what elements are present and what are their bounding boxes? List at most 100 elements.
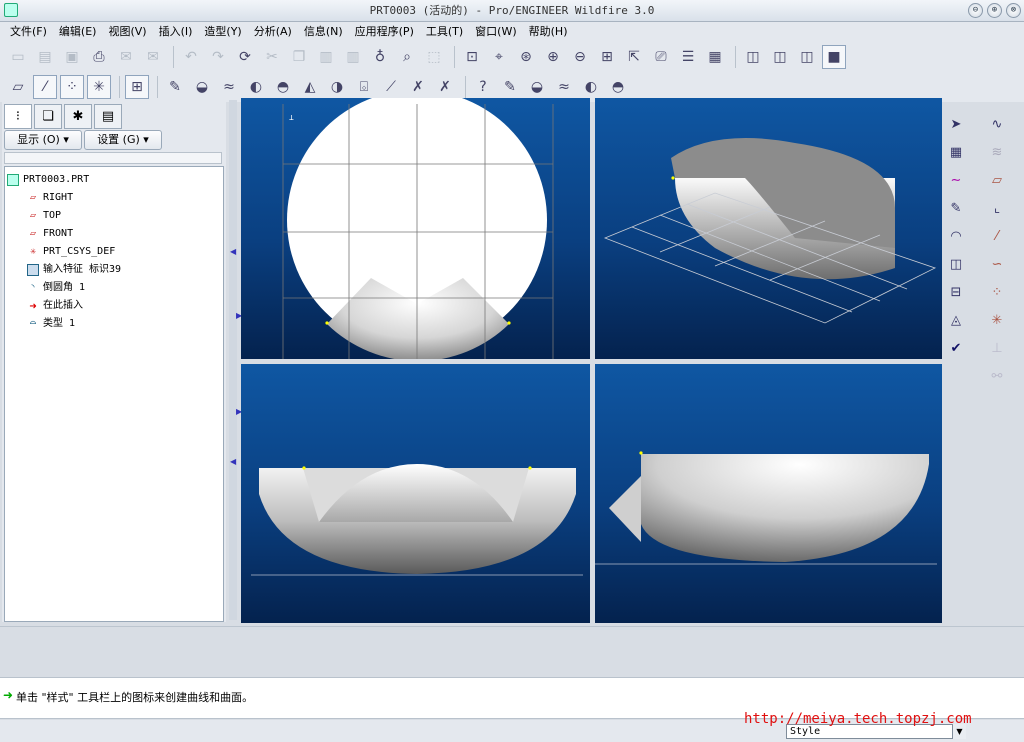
email-link-icon[interactable]: ✉ [141,45,165,69]
curvature-display-icon[interactable]: ✎ [498,75,522,99]
tree-node-round[interactable]: ◝ 倒圆角 1 [5,279,223,297]
show-button[interactable]: 显示 (O) ▾ [4,130,82,150]
menu-applications[interactable]: 应用程序(P) [349,22,420,42]
zoom-out-icon[interactable]: ⊖ [568,45,592,69]
curve-plot-icon[interactable]: ≈ [552,75,576,99]
menu-info[interactable]: 信息(N) [298,22,349,42]
restore-button[interactable]: ⊕ [987,3,1002,18]
cut-icon[interactable]: ✂ [260,45,284,69]
menu-window[interactable]: 窗口(W) [469,22,522,42]
save-icon[interactable]: ▣ [60,45,84,69]
analysis-tool-icon[interactable]: ⊥ [986,338,1008,360]
menu-tools[interactable]: 工具(T) [420,22,469,42]
copy-icon[interactable]: ❐ [287,45,311,69]
done-check-icon[interactable]: ✔ [945,338,967,360]
tree-node-part[interactable]: PRT0003.PRT [5,171,223,189]
menu-view[interactable]: 视图(V) [102,22,152,42]
email-icon[interactable]: ✉ [114,45,138,69]
tree-node-csys[interactable]: ✳ PRT_CSYS_DEF [5,243,223,261]
panel-sash[interactable] [229,100,237,620]
axis-tool-icon[interactable]: ⌞ [986,198,1008,220]
new-file-icon[interactable]: ▭ [6,45,30,69]
context-help-icon[interactable]: ? [471,75,495,99]
drop-curve-icon[interactable]: ◠ [945,226,967,248]
saved-views-icon[interactable]: ⎚ [649,45,673,69]
hidden-line-icon[interactable]: ◫ [768,45,792,69]
annotation-display-icon[interactable]: ⊞ [125,75,149,99]
search-tool-icon[interactable]: ⌕ [395,45,419,69]
paste-icon[interactable]: ▥ [314,45,338,69]
menu-file[interactable]: 文件(F) [4,22,53,42]
trim-surface-icon[interactable]: ◬ [945,310,967,332]
favorites-tab-icon[interactable]: ✱ [64,104,92,129]
undo-icon[interactable]: ↶ [179,45,203,69]
menu-style[interactable]: 造型(Y) [198,22,247,42]
no-hidden-icon[interactable]: ◫ [795,45,819,69]
menu-help[interactable]: 帮助(H) [523,22,574,42]
section-curvature-icon[interactable]: ◓ [271,75,295,99]
create-surface-icon[interactable]: ◫ [945,254,967,276]
delete-all-analysis-icon[interactable]: ✗ [433,75,457,99]
tree-node-front[interactable]: ▱ FRONT [5,225,223,243]
point-display-icon[interactable]: ⁘ [60,75,84,99]
viewport-isometric-view[interactable] [595,98,942,359]
surface-analysis-icon[interactable]: ◒ [190,75,214,99]
set-active-plane-icon[interactable]: ▦ [945,142,967,164]
redo-icon[interactable]: ↷ [206,45,230,69]
datum-point-tool-icon[interactable]: ⁘ [986,282,1008,304]
create-curve-icon[interactable]: ∼ [945,170,967,192]
viewport-side-view[interactable] [595,364,942,623]
curve-analysis-icon[interactable]: ✎ [163,75,187,99]
curve-on-surface-icon[interactable]: ∿ [986,114,1008,136]
tree-node-top[interactable]: ▱ TOP [5,207,223,225]
spin-center-icon[interactable]: ⌖ [487,45,511,69]
expand-arrow-icon[interactable]: ▶ [236,312,242,320]
wireframe-icon[interactable]: ◫ [741,45,765,69]
collapse-arrow-icon[interactable]: ◀ [230,248,236,256]
surface-edit-icon[interactable]: ≋ [986,142,1008,164]
open-file-icon[interactable]: ▤ [33,45,57,69]
minimize-button[interactable]: ⊖ [968,3,983,18]
close-button[interactable]: ⊗ [1006,3,1021,18]
settings-button[interactable]: 设置 (G) ▾ [84,130,162,150]
plane-display-icon[interactable]: ▱ [6,75,30,99]
tree-node-import[interactable]: 输入特征 标识39 [5,261,223,279]
collapse-arrow-icon[interactable]: ◀ [230,458,236,466]
csys-display-icon[interactable]: ✳ [87,75,111,99]
print-icon[interactable]: ⎙ [87,45,111,69]
connect-surface-icon[interactable]: ⊟ [945,282,967,304]
datum-plane-tool-icon[interactable]: ▱ [986,170,1008,192]
menu-edit[interactable]: 编辑(E) [53,22,103,42]
model-tree-tab-icon[interactable]: ⁝ [4,104,32,129]
repaint-icon[interactable]: ⊡ [460,45,484,69]
slope-icon[interactable]: ◭ [298,75,322,99]
orient-mode-icon[interactable]: ⊛ [514,45,538,69]
layers-icon[interactable]: ☰ [676,45,700,69]
tree-node-insert-here[interactable]: ➜ 在此插入 [5,297,223,315]
reorient-icon[interactable]: ⇱ [622,45,646,69]
reflection-icon[interactable]: ◑ [325,75,349,99]
viewport-front-view[interactable] [241,364,590,623]
tree-node-right[interactable]: ▱ RIGHT [5,189,223,207]
menu-analysis[interactable]: 分析(A) [248,22,298,42]
edit-curve-icon[interactable]: ✎ [945,198,967,220]
paste-special-icon[interactable]: ▥ [341,45,365,69]
chain-link-icon[interactable]: ⚯ [986,366,1008,388]
select-arrow-icon[interactable]: ➤ [945,114,967,136]
gaussian-curvature-icon[interactable]: ◐ [244,75,268,99]
datum-curve-icon[interactable]: ∽ [986,254,1008,276]
regenerate-icon[interactable]: ⟳ [233,45,257,69]
draft-check-icon[interactable]: ⌺ [352,75,376,99]
zoom-in-icon[interactable]: ⊕ [541,45,565,69]
selection-box-icon[interactable]: ⬚ [422,45,446,69]
gray-shade-icon[interactable]: ◓ [606,75,630,99]
axis-display-icon[interactable]: ⁄ [33,75,57,99]
layers-tab-icon[interactable]: ❏ [34,104,62,129]
tree-node-style[interactable]: ⌓ 类型 1 [5,315,223,333]
model-player-icon[interactable]: ♁ [368,45,392,69]
view-manager-icon[interactable]: ▦ [703,45,727,69]
folder-tab-icon[interactable]: ▤ [94,104,122,129]
color-map-icon[interactable]: ◐ [579,75,603,99]
datum-axis-icon[interactable]: ⁄ [986,226,1008,248]
refit-icon[interactable]: ⊞ [595,45,619,69]
